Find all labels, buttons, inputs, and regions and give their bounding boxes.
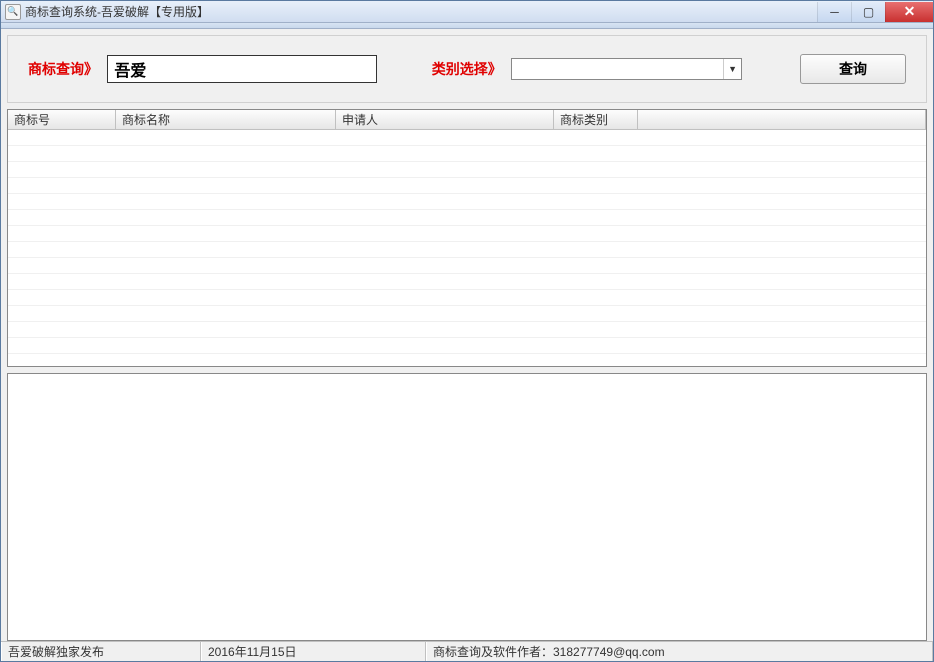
table-row [8, 338, 926, 354]
detail-panel [7, 373, 927, 641]
category-select[interactable]: ▼ [511, 58, 742, 80]
search-panel: 商标查询》 类别选择》 ▼ 查询 [7, 35, 927, 103]
status-publisher: 吾爱破解独家发布 [1, 642, 201, 661]
table-row [8, 322, 926, 338]
query-button[interactable]: 查询 [800, 54, 906, 84]
minimize-button[interactable]: ─ [817, 2, 851, 22]
col-trademark-no[interactable]: 商标号 [8, 110, 116, 129]
table-row [8, 210, 926, 226]
table-row [8, 306, 926, 322]
chevron-down-icon: ▼ [723, 59, 741, 79]
app-window: 🔍 商标查询系统-吾爱破解【专用版】 ─ ▢ ✕ 商标查询》 类别选择》 ▼ 查… [0, 0, 934, 662]
table-row [8, 258, 926, 274]
app-icon: 🔍 [5, 4, 21, 20]
status-date: 2016年11月15日 [201, 642, 426, 661]
table-row [8, 274, 926, 290]
table-row [8, 130, 926, 146]
table-row [8, 242, 926, 258]
category-label: 类别选择》 [432, 59, 499, 79]
col-empty[interactable] [638, 110, 926, 129]
window-title: 商标查询系统-吾爱破解【专用版】 [25, 3, 817, 20]
titlebar[interactable]: 🔍 商标查询系统-吾爱破解【专用版】 ─ ▢ ✕ [1, 1, 933, 23]
table-row [8, 226, 926, 242]
content-area: 商标查询》 类别选择》 ▼ 查询 商标号 商标名称 申请人 商标类别 [1, 29, 933, 641]
table-row [8, 178, 926, 194]
col-applicant[interactable]: 申请人 [336, 110, 554, 129]
table-row [8, 194, 926, 210]
col-category[interactable]: 商标类别 [554, 110, 638, 129]
col-trademark-name[interactable]: 商标名称 [116, 110, 336, 129]
close-button[interactable]: ✕ [885, 2, 933, 22]
results-table: 商标号 商标名称 申请人 商标类别 [7, 109, 927, 367]
table-row [8, 290, 926, 306]
table-row [8, 146, 926, 162]
table-header: 商标号 商标名称 申请人 商标类别 [8, 110, 926, 130]
table-row [8, 162, 926, 178]
statusbar: 吾爱破解独家发布 2016年11月15日 商标查询及软件作者：318277749… [1, 641, 933, 661]
query-label: 商标查询》 [28, 59, 95, 79]
table-body[interactable] [8, 130, 926, 366]
window-controls: ─ ▢ ✕ [817, 2, 933, 22]
status-author: 商标查询及软件作者：318277749@qq.com [426, 642, 933, 661]
maximize-button[interactable]: ▢ [851, 2, 885, 22]
search-input[interactable] [107, 55, 377, 83]
